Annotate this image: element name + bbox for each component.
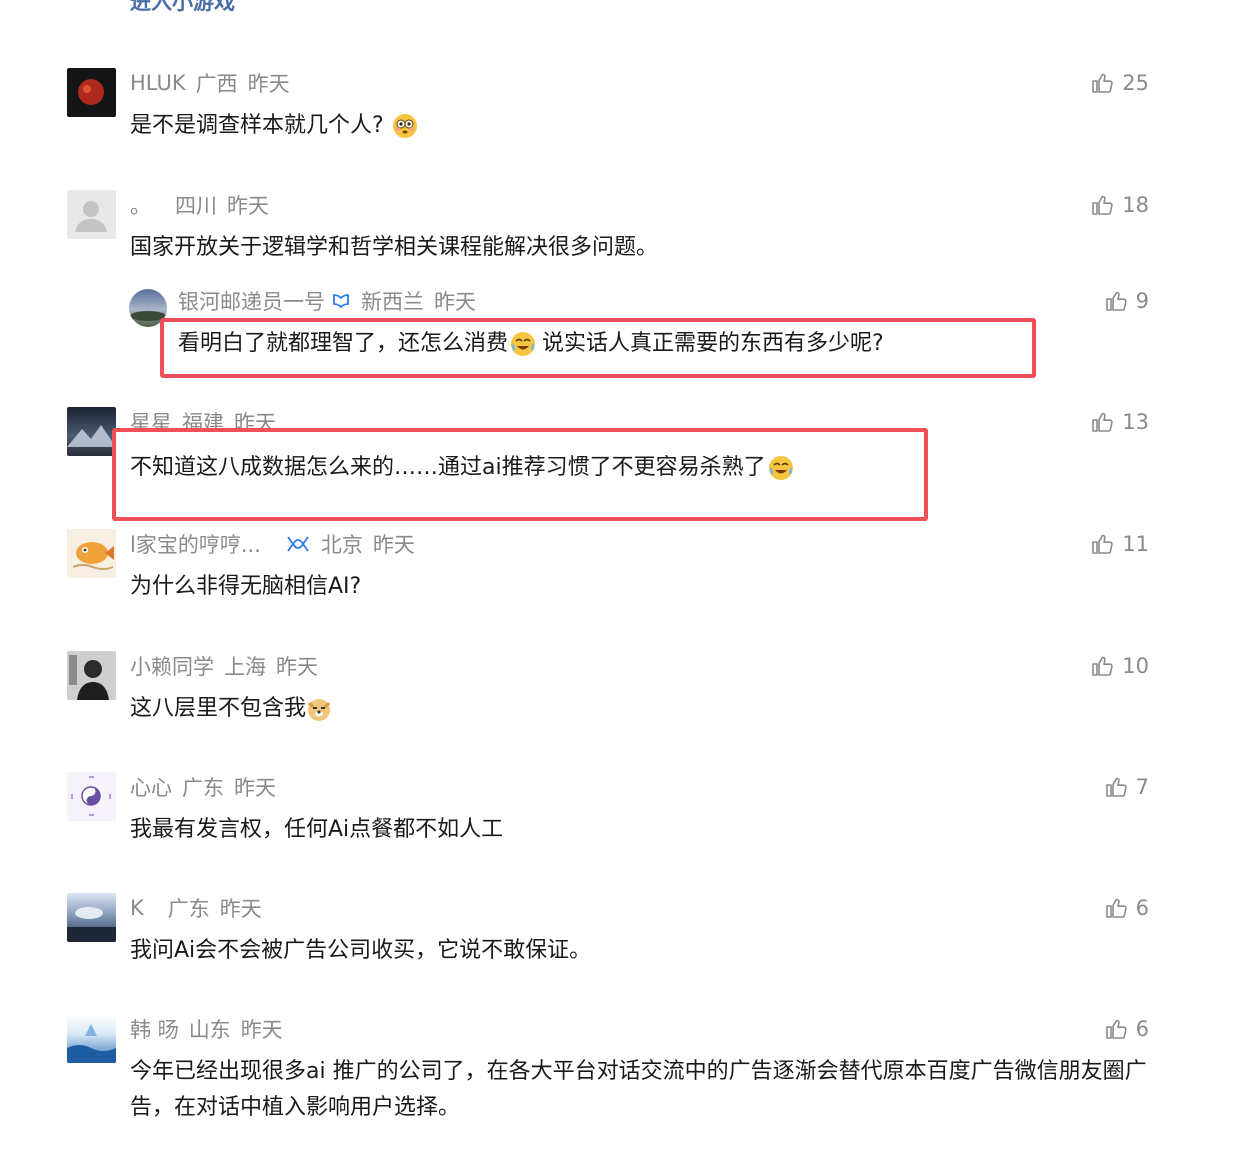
username[interactable]: 小赖同学 bbox=[130, 651, 214, 681]
username[interactable]: 心心 bbox=[130, 772, 172, 802]
laugh-cry-emoji-icon bbox=[768, 455, 794, 481]
location: 四川 bbox=[175, 194, 217, 218]
comment-meta: 银河邮递员一号 新西兰 昨天 bbox=[178, 286, 486, 316]
comment-body: 不知道这八成数据怎么来的……通过ai推荐习惯了不更容易杀熟了 bbox=[130, 455, 766, 480]
highlight-box bbox=[160, 318, 1036, 378]
location: 广西 bbox=[195, 72, 238, 96]
default-user-avatar-icon bbox=[75, 201, 107, 232]
comment-body: 今年已经出现很多ai 推广的公司了，在各大平台对话交流中的广告逐渐会替代原本百度… bbox=[130, 1059, 1147, 1120]
timestamp: 昨天 bbox=[276, 655, 318, 679]
thumbs-up-icon bbox=[1090, 71, 1114, 95]
username[interactable]: 。 bbox=[130, 190, 151, 220]
like-count: 7 bbox=[1135, 775, 1149, 799]
like-count: 9 bbox=[1135, 289, 1149, 313]
like-count: 18 bbox=[1122, 193, 1149, 217]
like-count: 10 bbox=[1122, 654, 1149, 678]
like-button[interactable]: 11 bbox=[1090, 529, 1149, 559]
timestamp: 昨天 bbox=[219, 897, 262, 921]
like-count: 25 bbox=[1122, 71, 1149, 95]
comment-body: 我最有发言权，任何Ai点餐都不如人工 bbox=[130, 817, 504, 842]
timestamp: 昨天 bbox=[227, 194, 269, 218]
comment-text: 不知道这八成数据怎么来的……通过ai推荐习惯了不更容易杀熟了 bbox=[130, 450, 800, 486]
like-button[interactable]: 7 bbox=[1104, 772, 1149, 802]
comment-meta: HLUK 广西 昨天 bbox=[130, 68, 300, 98]
comment-body: 是不是调查样本就几个人? bbox=[130, 113, 384, 138]
like-button[interactable]: 18 bbox=[1090, 190, 1149, 220]
comment-body: 这八层里不包含我 bbox=[130, 696, 307, 721]
comment-meta: 韩 旸 山东 昨天 bbox=[130, 1014, 293, 1044]
comment-meta: K 广东 昨天 bbox=[130, 893, 272, 923]
comment-text: 是不是调查样本就几个人? bbox=[130, 108, 424, 144]
username[interactable]: l家宝的哼哼... bbox=[130, 529, 261, 559]
avatar[interactable] bbox=[67, 772, 116, 821]
enter-mini-game-link[interactable]: 进入小游戏 bbox=[130, 0, 235, 16]
location: 山东 bbox=[188, 1018, 231, 1042]
thumbs-up-icon bbox=[1090, 193, 1114, 217]
like-button[interactable]: 10 bbox=[1090, 651, 1149, 681]
comment-body: 国家开放关于逻辑学和哲学相关课程能解决很多问题。 bbox=[130, 235, 659, 260]
location: 新西兰 bbox=[361, 290, 424, 314]
comment-text: 国家开放关于逻辑学和哲学相关课程能解决很多问题。 bbox=[130, 230, 658, 266]
timestamp: 昨天 bbox=[247, 72, 290, 96]
like-count: 6 bbox=[1135, 896, 1149, 920]
thumbs-up-icon bbox=[1104, 775, 1128, 799]
location: 广东 bbox=[182, 776, 224, 800]
red-planet-avatar-icon bbox=[78, 79, 104, 105]
like-button[interactable]: 6 bbox=[1104, 893, 1149, 923]
comment-text: 这八层里不包含我 bbox=[130, 691, 338, 727]
timestamp: 昨天 bbox=[372, 533, 415, 557]
like-button[interactable]: 9 bbox=[1104, 286, 1149, 316]
yin-yang-avatar-icon bbox=[71, 776, 111, 816]
avatar[interactable] bbox=[67, 407, 116, 456]
thumbs-up-icon bbox=[1104, 896, 1128, 920]
comment-meta: 心心 广东 昨天 bbox=[130, 772, 286, 802]
location: 广东 bbox=[167, 897, 210, 921]
thumbs-up-icon bbox=[1090, 654, 1114, 678]
timestamp: 昨天 bbox=[240, 1018, 283, 1042]
like-count: 11 bbox=[1122, 532, 1149, 556]
comment-body: 为什么非得无脑相信AI? bbox=[130, 574, 362, 599]
avatar[interactable] bbox=[67, 1014, 116, 1063]
cartoon-fish-avatar-icon bbox=[72, 542, 114, 570]
timestamp: 昨天 bbox=[234, 776, 276, 800]
vip-badge-icon bbox=[285, 534, 311, 554]
comment-text: 我问Ai会不会被广告公司收买，它说不敢保证。 bbox=[130, 933, 591, 969]
timestamp: 昨天 bbox=[434, 290, 476, 314]
username[interactable]: HLUK bbox=[130, 71, 186, 95]
username[interactable]: 韩 旸 bbox=[130, 1014, 179, 1044]
like-button[interactable]: 13 bbox=[1090, 407, 1149, 437]
comment-meta: 小赖同学 上海 昨天 bbox=[130, 651, 328, 681]
thumbs-up-icon bbox=[1090, 410, 1114, 434]
like-count: 6 bbox=[1135, 1017, 1149, 1041]
thumbs-up-icon bbox=[1104, 1017, 1128, 1041]
avatar[interactable] bbox=[67, 651, 116, 700]
like-button[interactable]: 6 bbox=[1104, 1014, 1149, 1044]
comment-text: 今年已经出现很多ai 推广的公司了，在各大平台对话交流中的广告逐渐会替代原本百度… bbox=[130, 1054, 1160, 1126]
comment-meta: l家宝的哼哼... 北京 昨天 bbox=[130, 529, 425, 559]
sea-avatar-icon bbox=[67, 1024, 116, 1063]
like-button[interactable]: 25 bbox=[1090, 68, 1149, 98]
flushed-emoji-icon bbox=[392, 113, 418, 139]
mountain-avatar-icon bbox=[67, 425, 116, 447]
comment-meta: 。 四川 昨天 bbox=[130, 190, 279, 220]
comment-text: 我最有发言权，任何Ai点餐都不如人工 bbox=[130, 812, 503, 848]
username[interactable]: 银河邮递员一号 bbox=[178, 286, 325, 316]
thumbs-up-icon bbox=[1090, 532, 1114, 556]
avatar[interactable] bbox=[67, 893, 116, 942]
avatar[interactable] bbox=[67, 68, 116, 117]
location: 北京 bbox=[320, 533, 363, 557]
cloud-sky-avatar-icon bbox=[67, 907, 116, 942]
portrait-avatar-icon bbox=[67, 651, 116, 700]
verified-badge-icon bbox=[331, 291, 351, 311]
thumbs-up-icon bbox=[1104, 289, 1128, 313]
comment-body: 我问Ai会不会被广告公司收买，它说不敢保证。 bbox=[130, 938, 592, 963]
comment-text: 为什么非得无脑相信AI? bbox=[130, 569, 361, 605]
highlight-box: 不知道这八成数据怎么来的……通过ai推荐习惯了不更容易杀熟了 bbox=[112, 428, 928, 521]
username[interactable]: K bbox=[130, 896, 144, 920]
doge-emoji-icon bbox=[306, 696, 332, 722]
like-count: 13 bbox=[1122, 410, 1149, 434]
avatar[interactable] bbox=[67, 529, 116, 578]
avatar[interactable] bbox=[67, 190, 116, 239]
location: 上海 bbox=[224, 655, 266, 679]
